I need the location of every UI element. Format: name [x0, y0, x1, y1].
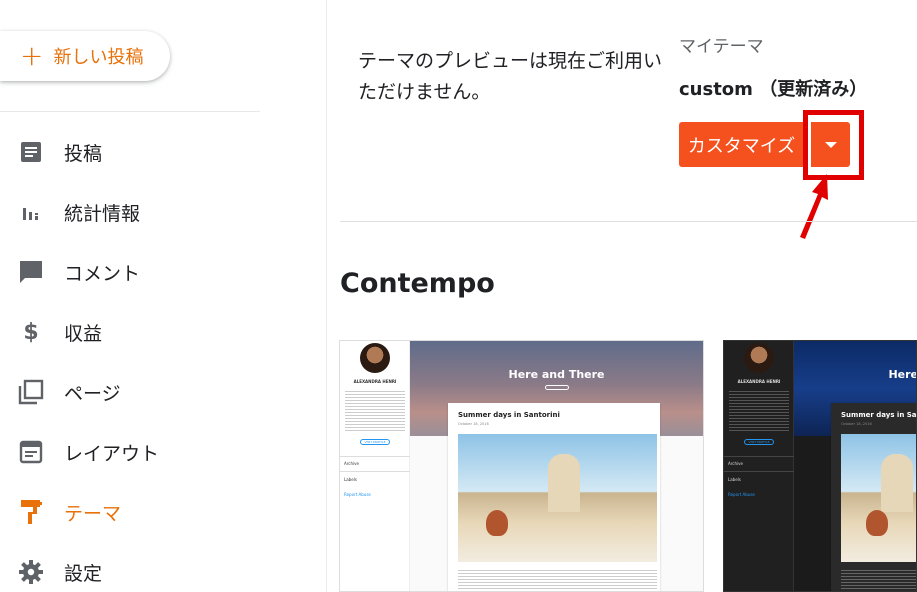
thumbnail-report: Report Abuse [344, 492, 371, 497]
thumbnail-subscribe [544, 385, 569, 390]
sidebar-border [326, 0, 327, 592]
thumbnail-post-card: Summer days in Santorini October 18, 201… [448, 403, 660, 591]
sidebar-item-label: 統計情報 [64, 202, 141, 225]
thumbnail-report: Report Abuse [728, 492, 755, 497]
thumbnail-divider [724, 471, 794, 472]
section-divider [340, 221, 917, 222]
thumbnail-post-title: Summer days in Santorini [458, 411, 560, 419]
thumbnail-archive: Archive [344, 461, 359, 466]
pot-shape [866, 510, 888, 536]
thumbnail-visit-profile: VISIT PROFILE [360, 439, 390, 445]
thumbnail-sidebar: ALEXANDRA HENRI VISIT PROFILE Archive La… [724, 341, 794, 591]
customize-button[interactable]: カスタマイズ [679, 122, 804, 167]
thumbnail-post-image [841, 434, 916, 562]
thumbnail-divider [340, 456, 410, 457]
tower-shape [881, 454, 913, 512]
thumbnail-author: ALEXANDRA HENRI [353, 379, 397, 384]
sidebar-item-label: 投稿 [64, 142, 103, 165]
sidebar-item-layout[interactable]: レイアウト [0, 430, 260, 474]
red-highlight-box [803, 110, 864, 180]
thumbnail-post-text [458, 568, 657, 591]
my-theme-label: マイテーマ [679, 37, 764, 57]
dollar-icon: $ [23, 319, 39, 345]
new-post-button[interactable]: + 新しい投稿 [0, 31, 170, 81]
theme-thumbnail-light[interactable]: ALEXANDRA HENRI VISIT PROFILE Archive La… [339, 340, 704, 592]
sidebar-item-posts[interactable]: 投稿 [0, 130, 260, 174]
thumbnail-bio [729, 389, 789, 431]
new-post-label: 新しい投稿 [53, 47, 144, 68]
thumbnail-post-card: Summer days in Santori October 18, 2016 [831, 403, 917, 591]
sidebar-item-label: コメント [64, 262, 141, 285]
thumbnail-post-date: October 18, 2016 [458, 422, 489, 426]
plus-icon: + [20, 39, 44, 72]
sidebar-item-stats[interactable]: 統計情報 [0, 190, 260, 234]
comment-icon [18, 259, 44, 285]
sidebar-item-comments[interactable]: コメント [0, 250, 260, 294]
stats-icon [18, 199, 44, 225]
sidebar-item-pages[interactable]: ページ [0, 370, 260, 414]
thumbnail-sidebar: ALEXANDRA HENRI VISIT PROFILE Archive La… [340, 341, 410, 591]
thumbnail-visit-profile: VISIT PROFILE [744, 439, 774, 445]
theme-thumbnail-dark[interactable]: ALEXANDRA HENRI VISIT PROFILE Archive La… [723, 340, 917, 592]
thumbnail-post-date: October 18, 2016 [841, 422, 872, 426]
sidebar-item-label: ページ [64, 382, 121, 405]
thumbnail-bio [345, 389, 405, 431]
thumbnail-post-title: Summer days in Santori [841, 411, 917, 419]
section-title: Contempo [340, 268, 495, 299]
thumbnail-post-image [458, 434, 657, 562]
thumbnail-author: ALEXANDRA HENRI [737, 379, 781, 384]
sidebar-divider [0, 111, 260, 112]
thumbnail-blog-title: Here and There [508, 368, 605, 381]
sidebar-item-label: 収益 [64, 322, 103, 345]
red-arrow-annotation [800, 174, 828, 239]
thumbnail-post-text [841, 568, 916, 591]
preview-unavailable-message: テーマのプレビューは現在ご利用いただけません。 [358, 50, 663, 103]
current-theme-name: custom （更新済み） [679, 79, 868, 100]
posts-icon [18, 139, 44, 165]
avatar [360, 343, 390, 373]
thumbnail-divider [340, 471, 410, 472]
sidebar-item-label: 設定 [64, 562, 103, 585]
thumbnail-labels: Labels [728, 477, 741, 482]
thumbnail-divider [724, 456, 794, 457]
avatar [744, 343, 774, 373]
sidebar: + 新しい投稿 投稿 統計情報 コメント $ 収益 ページ レイアウト テーマ … [0, 0, 260, 592]
sidebar-item-settings[interactable]: 設定 [0, 550, 260, 592]
thumbnail-blog-title: Here [888, 368, 917, 381]
tower-shape [548, 454, 580, 512]
pot-shape [486, 510, 508, 536]
sidebar-item-earnings[interactable]: $ 収益 [0, 310, 260, 354]
sidebar-item-label: レイアウト [64, 442, 160, 465]
layout-icon [18, 439, 44, 465]
sidebar-item-theme[interactable]: テーマ [0, 490, 260, 534]
thumbnail-labels: Labels [344, 477, 357, 482]
gear-icon [18, 559, 44, 585]
paint-roller-icon [18, 499, 44, 525]
sidebar-item-label: テーマ [64, 502, 122, 525]
pages-icon [18, 379, 44, 405]
thumbnail-archive: Archive [728, 461, 743, 466]
